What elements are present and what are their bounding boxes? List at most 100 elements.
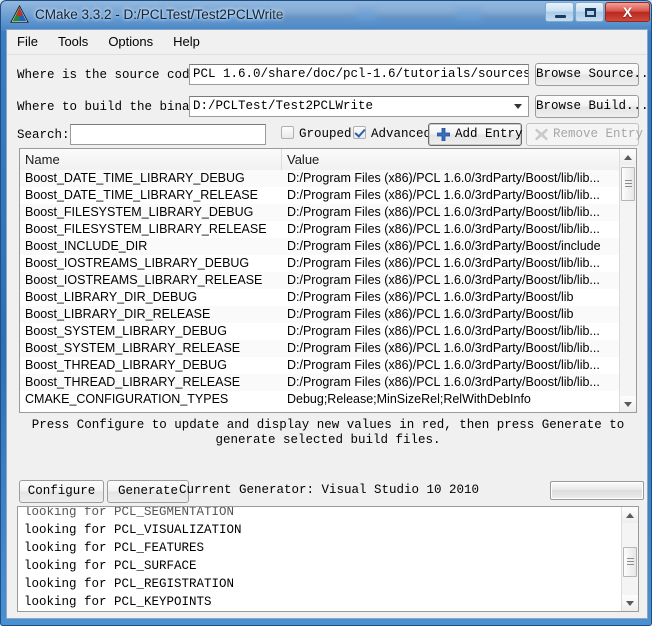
browse-build-button[interactable]: Browse Build... [535, 95, 649, 118]
cell-name: Boost_FILESYSTEM_LIBRARY_RELEASE [25, 222, 267, 236]
cell-name: Boost_SYSTEM_LIBRARY_RELEASE [25, 341, 241, 355]
cell-name: Boost_SYSTEM_LIBRARY_DEBUG [25, 324, 227, 338]
client-area: File Tools Options Help Where is the sou… [6, 29, 651, 619]
remove-entry-label: Remove Entry [553, 127, 644, 141]
log-scrollbar[interactable] [621, 507, 638, 611]
cell-value: D:/Program Files (x86)/PCL 1.6.0/3rdPart… [287, 358, 600, 372]
table-row[interactable]: Boost_SYSTEM_LIBRARY_DEBUG D:/Program Fil… [20, 323, 636, 340]
chevron-down-icon[interactable] [514, 104, 522, 109]
grouped-checkbox[interactable]: Grouped [281, 126, 352, 141]
log-scroll-down-icon[interactable] [622, 595, 638, 611]
log-scrollbar-thumb[interactable] [623, 547, 637, 577]
title-ghost-artifact-2 [376, 8, 456, 20]
table-row[interactable]: CMAKE_CONFIGURATION_TYPES Debug;Release;M… [20, 391, 636, 408]
table-scrollbar[interactable] [619, 149, 636, 412]
table-row[interactable]: Boost_LIBRARY_DIR_RELEASE D:/Program File… [20, 306, 636, 323]
table-row[interactable]: Boost_SYSTEM_LIBRARY_RELEASE D:/Program F… [20, 340, 636, 357]
cell-name: Boost_IOSTREAMS_LIBRARY_RELEASE [25, 273, 263, 287]
table-row[interactable]: Boost_IOSTREAMS_LIBRARY_RELEASE D:/Progra… [20, 272, 636, 289]
menu-options[interactable]: Options [98, 30, 163, 54]
advanced-checkbox[interactable]: Advanced [353, 126, 431, 141]
remove-entry-button[interactable]: Remove Entry [526, 123, 643, 146]
log-line: looking for PCL_VISUALIZATION [24, 523, 242, 537]
title-bar[interactable]: CMake 3.3.2 - D:/PCLTest/Test2PCLWrite X [1, 1, 651, 29]
grouped-checkbox-box [281, 126, 294, 139]
cell-value: Debug;Release;MinSizeRel;RelWithDebInfo [287, 392, 531, 406]
plus-icon [437, 128, 450, 141]
cell-name: Boost_FILESYSTEM_LIBRARY_DEBUG [25, 205, 254, 219]
cell-value: D:/Program Files (x86)/PCL 1.6.0/3rdPart… [287, 256, 600, 270]
advanced-checkbox-box [353, 126, 366, 139]
cell-value: D:/Program Files (x86)/PCL 1.6.0/3rdPart… [287, 171, 600, 185]
scrollbar-thumb[interactable] [621, 167, 635, 201]
menu-bar: File Tools Options Help [7, 30, 647, 55]
table-row[interactable]: Boost_THREAD_LIBRARY_RELEASE D:/Program F… [20, 374, 636, 391]
cell-value: D:/Program Files (x86)/PCL 1.6.0/3rdPart… [287, 188, 600, 202]
table-row[interactable]: Boost_FILESYSTEM_LIBRARY_DEBUG D:/Program… [20, 204, 636, 221]
cell-name: Boost_THREAD_LIBRARY_DEBUG [25, 358, 227, 372]
log-lines: looking for PCL_SEGMENTATIONlooking for … [18, 506, 621, 612]
source-path-label: Where is the source code: [17, 68, 205, 82]
source-path-input[interactable]: PCL 1.6.0/share/doc/pcl-1.6/tutorials/so… [189, 64, 529, 85]
cell-value: D:/Program Files (x86)/PCL 1.6.0/3rdPart… [287, 205, 600, 219]
menu-file[interactable]: File [7, 30, 48, 54]
scroll-down-icon[interactable] [620, 396, 636, 412]
maximize-icon [585, 8, 596, 17]
scroll-up-icon[interactable] [620, 149, 636, 165]
title-ghost-artifact-1 [271, 8, 356, 20]
window-controls: X [544, 2, 650, 24]
search-label: Search: [17, 128, 70, 142]
x-icon [535, 128, 548, 141]
cell-name: Boost_LIBRARY_DIR_RELEASE [25, 307, 211, 321]
configure-button[interactable]: Configure [19, 480, 104, 503]
column-header-name[interactable]: Name [20, 149, 282, 170]
window-title: CMake 3.3.2 - D:/PCLTest/Test2PCLWrite [35, 7, 284, 22]
cell-value: D:/Program Files (x86)/PCL 1.6.0/3rdPart… [287, 341, 600, 355]
cell-value: D:/Program Files (x86)/PCL 1.6.0/3rdPart… [287, 290, 574, 304]
menu-help[interactable]: Help [163, 30, 210, 54]
cell-name: Boost_LIBRARY_DIR_DEBUG [25, 290, 198, 304]
configure-hint-text: Press Configure to update and display ne… [31, 418, 625, 447]
search-input[interactable] [70, 124, 266, 145]
output-log-console[interactable]: looking for PCL_SEGMENTATIONlooking for … [17, 506, 639, 612]
cell-value: D:/Program Files (x86)/PCL 1.6.0/3rdPart… [287, 307, 574, 321]
minimize-icon [555, 15, 566, 18]
table-row[interactable]: Boost_THREAD_LIBRARY_DEBUG D:/Program Fil… [20, 357, 636, 374]
table-row[interactable]: Boost_DATE_TIME_LIBRARY_RELEASE D:/Progra… [20, 187, 636, 204]
generate-button[interactable]: Generate [107, 480, 189, 503]
browse-source-button[interactable]: Browse Source... [535, 63, 651, 86]
add-entry-label: Add Entry [455, 127, 523, 141]
cell-value: D:/Program Files (x86)/PCL 1.6.0/3rdPart… [287, 375, 600, 389]
cell-name: Boost_DATE_TIME_LIBRARY_DEBUG [25, 171, 245, 185]
table-row[interactable]: Boost_LIBRARY_DIR_DEBUG D:/Program Files … [20, 289, 636, 306]
maximize-button[interactable] [575, 2, 604, 22]
cell-name: Boost_THREAD_LIBRARY_RELEASE [25, 375, 241, 389]
close-icon: X [622, 4, 633, 20]
advanced-checkbox-label: Advanced [371, 127, 432, 141]
menu-tools[interactable]: Tools [48, 30, 98, 54]
close-button[interactable]: X [605, 2, 650, 22]
cell-name: Boost_IOSTREAMS_LIBRARY_DEBUG [25, 256, 250, 270]
table-row[interactable]: Boost_FILESYSTEM_LIBRARY_RELEASE D:/Progr… [20, 221, 636, 238]
table-row[interactable]: Boost_INCLUDE_DIR D:/Program Files (x86)/… [20, 238, 636, 255]
cell-value: D:/Program Files (x86)/PCL 1.6.0/3rdPart… [287, 324, 600, 338]
log-line: looking for PCL_SURFACE [24, 559, 197, 573]
grouped-checkbox-label: Grouped [299, 127, 352, 141]
column-header-value[interactable]: Value [282, 149, 636, 170]
minimize-button[interactable] [545, 2, 574, 22]
log-line: looking for PCL_FEATURES [24, 541, 205, 555]
log-line: looking for PCL_TRACKING [24, 611, 621, 612]
current-generator-label: Current Generator: Visual Studio 10 2010 [179, 483, 480, 497]
table-header-row: Name Value [20, 149, 636, 171]
add-entry-button[interactable]: Add Entry [428, 123, 523, 146]
build-path-input[interactable]: D:/PCLTest/Test2PCLWrite [189, 96, 529, 117]
table-row[interactable]: Boost_DATE_TIME_LIBRARY_DEBUG D:/Program … [20, 170, 636, 187]
cell-value: D:/Program Files (x86)/PCL 1.6.0/3rdPart… [287, 239, 601, 253]
log-scroll-up-icon[interactable] [622, 507, 638, 523]
cell-name: Boost_INCLUDE_DIR [25, 239, 148, 253]
cache-entries-table: Name Value Boost_DATE_TIME_LIBRARY_DEBUG… [19, 148, 637, 413]
table-row[interactable]: Boost_IOSTREAMS_LIBRARY_DEBUG D:/Program … [20, 255, 636, 272]
log-line: looking for PCL_SEGMENTATION [24, 506, 235, 519]
cell-value: D:/Program Files (x86)/PCL 1.6.0/3rdPart… [287, 273, 600, 287]
cell-value: D:/Program Files (x86)/PCL 1.6.0/3rdPart… [287, 222, 600, 236]
